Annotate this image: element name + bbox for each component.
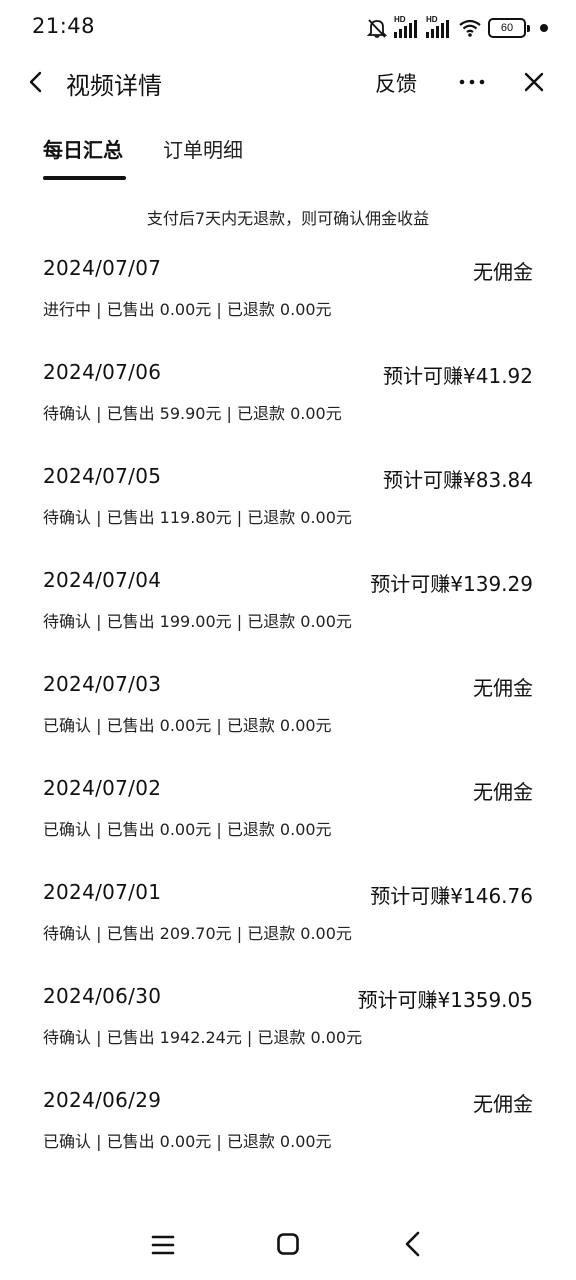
more-horizontal-icon	[459, 79, 485, 85]
list-item[interactable]: 2024/06/30 预计可赚¥1359.05 待确认 | 已售出 1942.2…	[43, 982, 533, 1086]
square-home-icon[interactable]	[276, 1232, 300, 1256]
signal-1-icon: HD	[394, 15, 420, 38]
commission-notice: 支付后7天内无退款，则可确认佣金收益	[146, 209, 430, 228]
notification-dot-icon	[540, 24, 548, 32]
chevron-left-icon	[29, 71, 42, 93]
close-icon	[524, 72, 544, 92]
hd-label: HD	[394, 15, 406, 24]
chevron-left-icon[interactable]	[400, 1230, 426, 1258]
signal-2-icon: HD	[426, 15, 452, 38]
row-date: 2024/07/05	[43, 464, 162, 488]
row-commission: 预计可赚¥41.92	[383, 364, 533, 388]
back-button[interactable]	[18, 64, 54, 100]
row-commission: 无佣金	[473, 676, 533, 700]
row-date: 2024/07/03	[43, 672, 162, 696]
list-item[interactable]: 2024/07/07 无佣金 进行中 | 已售出 0.00元 | 已退款 0.0…	[43, 254, 533, 358]
row-detail: 待确认 | 已售出 209.70元 | 已退款 0.00元	[43, 924, 352, 943]
status-bar: 21:48 HD HD 60	[0, 0, 576, 56]
battery-icon: 60	[488, 18, 530, 38]
list-item[interactable]: 2024/07/04 预计可赚¥139.29 待确认 | 已售出 199.00元…	[43, 566, 533, 670]
list-item[interactable]: 2024/07/06 预计可赚¥41.92 待确认 | 已售出 59.90元 |…	[43, 358, 533, 462]
daily-summary-list: 2024/07/07 无佣金 进行中 | 已售出 0.00元 | 已退款 0.0…	[43, 254, 533, 1190]
row-commission: 预计可赚¥146.76	[370, 884, 533, 908]
feedback-button[interactable]: 反馈	[375, 68, 417, 98]
row-commission: 预计可赚¥1359.05	[357, 988, 533, 1012]
close-button[interactable]	[516, 64, 552, 100]
list-item[interactable]: 2024/07/01 预计可赚¥146.76 待确认 | 已售出 209.70元…	[43, 878, 533, 982]
active-tab-indicator	[43, 176, 126, 180]
row-date: 2024/07/07	[43, 256, 162, 280]
mute-bell-icon	[366, 19, 388, 38]
more-button[interactable]	[454, 66, 490, 98]
row-detail: 已确认 | 已售出 0.00元 | 已退款 0.00元	[43, 820, 332, 839]
row-commission: 预计可赚¥139.29	[370, 572, 533, 596]
list-item[interactable]: 2024/07/02 无佣金 已确认 | 已售出 0.00元 | 已退款 0.0…	[43, 774, 533, 878]
hd-label: HD	[426, 15, 438, 24]
tab-order-details[interactable]: 订单明细	[163, 134, 243, 163]
page-title: 视频详情	[66, 72, 162, 100]
system-nav-bar	[0, 1210, 576, 1280]
row-date: 2024/07/06	[43, 360, 162, 384]
row-commission: 无佣金	[473, 1092, 533, 1116]
menu-icon[interactable]	[150, 1232, 176, 1258]
list-item[interactable]: 2024/06/29 无佣金 已确认 | 已售出 0.00元 | 已退款 0.0…	[43, 1086, 533, 1190]
row-detail: 已确认 | 已售出 0.00元 | 已退款 0.00元	[43, 1132, 332, 1151]
row-date: 2024/07/01	[43, 880, 162, 904]
tab-bar: 每日汇总 订单明细	[0, 134, 576, 184]
row-detail: 进行中 | 已售出 0.00元 | 已退款 0.00元	[43, 300, 332, 319]
row-date: 2024/07/02	[43, 776, 162, 800]
row-detail: 待确认 | 已售出 1942.24元 | 已退款 0.00元	[43, 1028, 363, 1047]
header: 视频详情 反馈	[0, 56, 576, 108]
list-item[interactable]: 2024/07/05 预计可赚¥83.84 待确认 | 已售出 119.80元 …	[43, 462, 533, 566]
tab-daily-summary[interactable]: 每日汇总	[43, 134, 123, 163]
status-icons: HD HD 60	[366, 15, 548, 40]
battery-level: 60	[488, 18, 526, 38]
row-detail: 待确认 | 已售出 59.90元 | 已退款 0.00元	[43, 404, 342, 423]
row-date: 2024/06/30	[43, 984, 162, 1008]
row-date: 2024/06/29	[43, 1088, 162, 1112]
row-commission: 无佣金	[473, 780, 533, 804]
row-detail: 待确认 | 已售出 199.00元 | 已退款 0.00元	[43, 612, 352, 631]
list-item[interactable]: 2024/07/03 无佣金 已确认 | 已售出 0.00元 | 已退款 0.0…	[43, 670, 533, 774]
wifi-icon	[459, 19, 481, 37]
row-commission: 预计可赚¥83.84	[383, 468, 533, 492]
row-date: 2024/07/04	[43, 568, 162, 592]
row-detail: 已确认 | 已售出 0.00元 | 已退款 0.00元	[43, 716, 332, 735]
status-time: 21:48	[32, 14, 96, 38]
row-commission: 无佣金	[473, 260, 533, 284]
row-detail: 待确认 | 已售出 119.80元 | 已退款 0.00元	[43, 508, 352, 527]
